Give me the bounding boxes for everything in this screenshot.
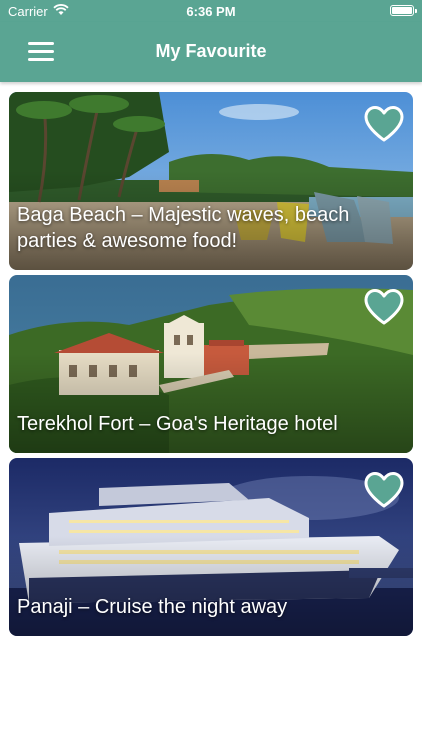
favourite-heart-icon[interactable] [363, 288, 405, 326]
page-title: My Favourite [155, 41, 267, 61]
card-title: Terekhol Fort – Goa's Heritage hotel [17, 413, 338, 435]
favourite-heart-icon[interactable] [363, 105, 405, 143]
card-title: Panaji – Cruise the night away [17, 596, 288, 618]
status-time: 6:36 PM [186, 4, 236, 19]
navigation-bar: My Favourite [0, 22, 422, 82]
favourite-card-terekhol-fort[interactable]: Terekhol Fort – Goa's Heritage hotel [9, 275, 413, 453]
battery-icon [390, 5, 417, 16]
status-bar: Carrier 6:36 PM [0, 0, 422, 22]
image-shade [9, 353, 413, 453]
favourite-heart-icon[interactable] [363, 471, 405, 509]
favourite-card-panaji[interactable]: Panaji – Cruise the night away [9, 458, 413, 636]
image-shade [9, 536, 413, 636]
card-title: Baga Beach – Majestic waves, beach parti… [17, 204, 350, 252]
favourite-card-baga-beach[interactable]: Baga Beach – Majestic waves, beach parti… [9, 92, 413, 270]
